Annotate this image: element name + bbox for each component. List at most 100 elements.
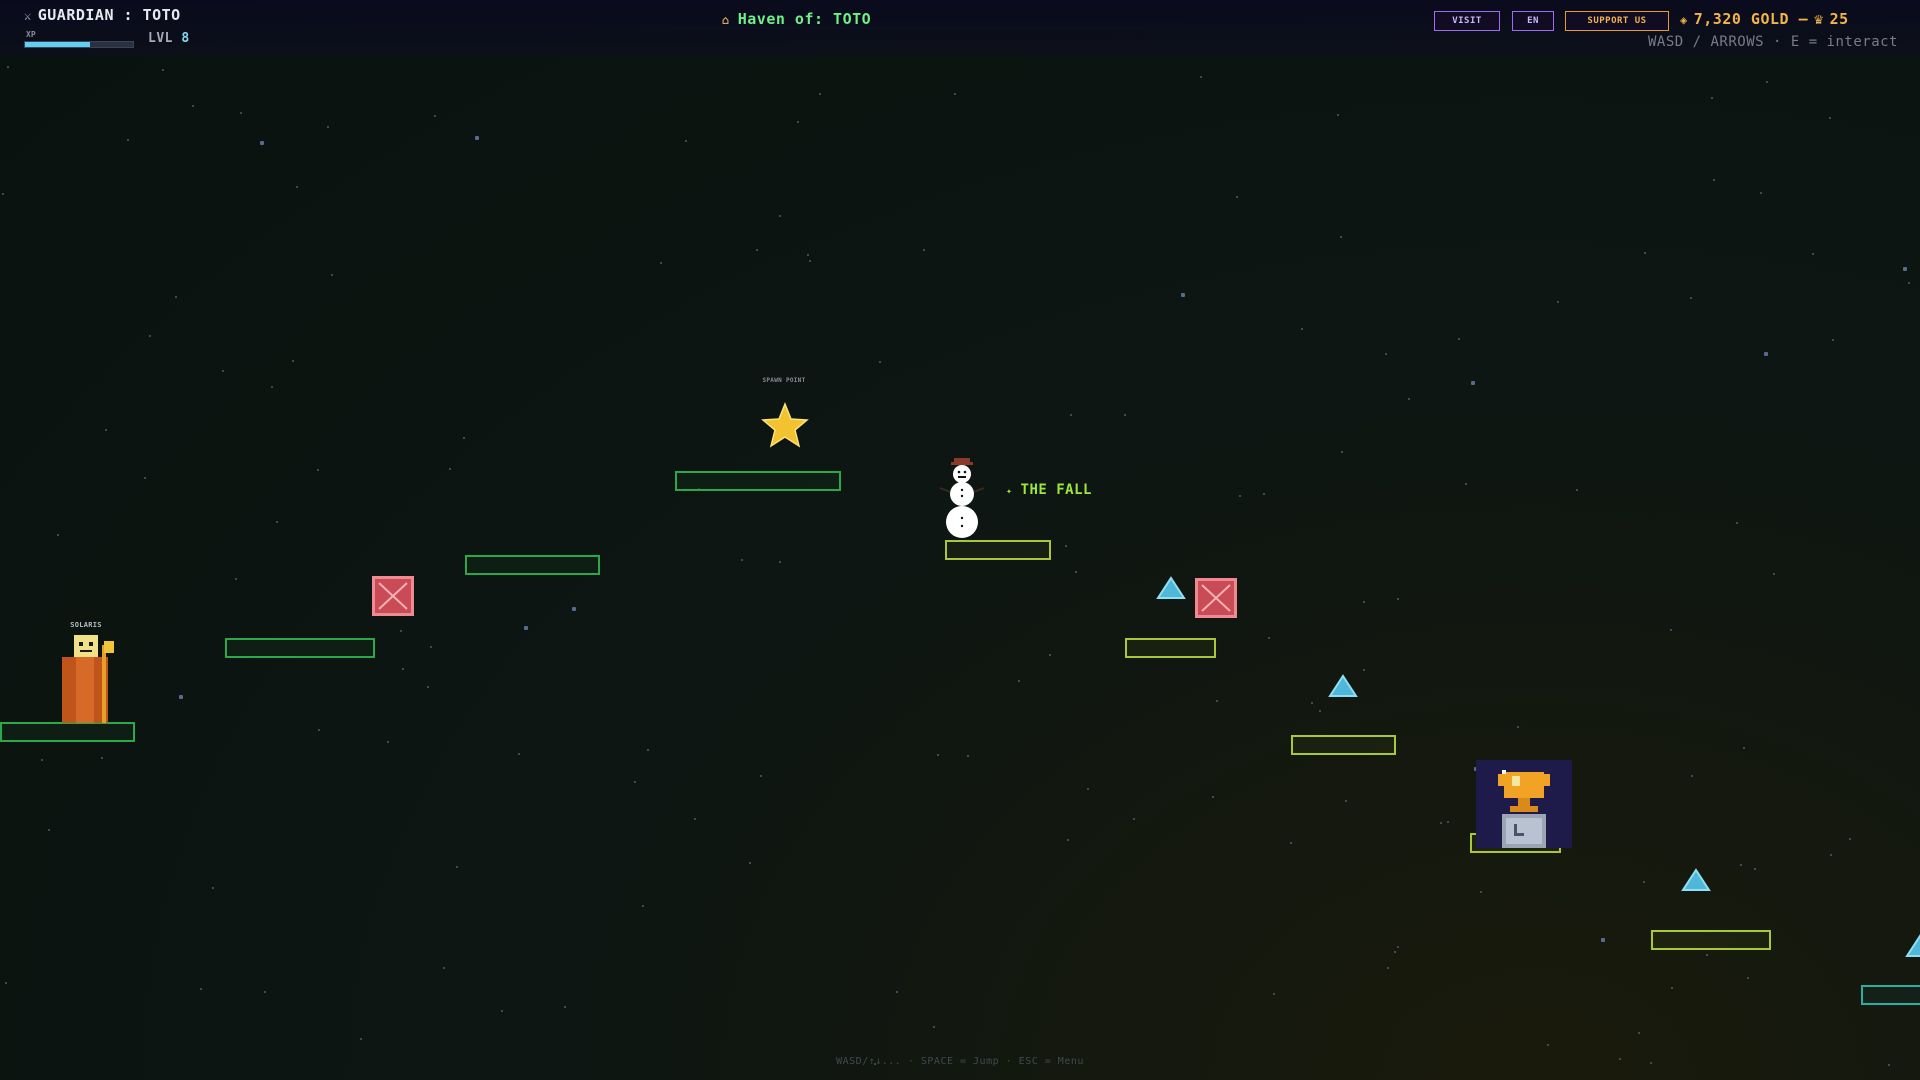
background-star bbox=[1070, 414, 1072, 416]
background-star bbox=[524, 626, 528, 630]
background-star bbox=[260, 141, 264, 145]
background-star bbox=[1711, 97, 1713, 99]
background-star bbox=[819, 93, 821, 95]
background-star bbox=[937, 754, 939, 756]
background-star bbox=[1341, 451, 1343, 453]
platform bbox=[225, 638, 375, 658]
background-star bbox=[1691, 775, 1693, 777]
spawn-point-label: SPAWN POINT bbox=[762, 377, 806, 384]
platform bbox=[945, 540, 1051, 560]
background-star bbox=[1458, 338, 1460, 340]
star-icon[interactable] bbox=[760, 402, 810, 448]
background-star bbox=[760, 775, 762, 777]
background-star bbox=[57, 534, 59, 536]
guardian-title: ⚔ GUARDIAN : TOTO bbox=[24, 6, 181, 24]
background-star bbox=[564, 1006, 566, 1008]
background-star bbox=[1345, 800, 1347, 802]
background-star bbox=[1311, 702, 1313, 704]
background-star bbox=[105, 429, 107, 431]
background-star bbox=[1832, 339, 1834, 341]
coin-icon: ◈ bbox=[1680, 13, 1688, 27]
background-star bbox=[1644, 252, 1646, 254]
background-star bbox=[149, 335, 151, 337]
background-star bbox=[1760, 192, 1762, 194]
background-star bbox=[175, 296, 177, 298]
background-star bbox=[162, 69, 164, 71]
background-star bbox=[896, 991, 898, 993]
npc-solaris[interactable] bbox=[62, 633, 118, 723]
background-star bbox=[1773, 573, 1775, 575]
background-star bbox=[1480, 891, 1482, 893]
background-star bbox=[1263, 493, 1265, 495]
npc-name-label: SOLARIS bbox=[70, 621, 102, 629]
background-star bbox=[463, 437, 465, 439]
background-star bbox=[331, 274, 333, 276]
platform bbox=[0, 722, 135, 742]
background-star bbox=[235, 578, 237, 580]
xp-bar-fill bbox=[25, 42, 90, 47]
background-star bbox=[212, 887, 214, 889]
background-star bbox=[660, 262, 662, 264]
trophy-pedestal[interactable] bbox=[1476, 760, 1572, 848]
background-star bbox=[1754, 868, 1756, 870]
background-star bbox=[1829, 117, 1831, 119]
background-star bbox=[200, 988, 202, 990]
hazard-crate bbox=[372, 576, 414, 616]
guardian-name: GUARDIAN : TOTO bbox=[37, 6, 181, 24]
background-star bbox=[430, 646, 432, 648]
background-star bbox=[1385, 353, 1387, 355]
background-star bbox=[756, 249, 758, 251]
spike-icon bbox=[1681, 868, 1711, 891]
bottom-controls-hint: WASD/↑↓... · SPACE = Jump · ESC = Menu bbox=[836, 1056, 1084, 1067]
background-star bbox=[779, 561, 781, 563]
background-star bbox=[192, 105, 194, 107]
platform bbox=[1291, 735, 1396, 755]
background-star bbox=[1397, 946, 1399, 948]
xp-label: XP bbox=[26, 30, 36, 39]
background-star bbox=[1713, 179, 1715, 181]
background-star bbox=[1601, 938, 1605, 942]
background-star bbox=[179, 695, 183, 699]
background-star bbox=[276, 521, 278, 523]
background-star bbox=[807, 254, 809, 256]
background-star bbox=[1049, 654, 1051, 656]
house-icon: ⌂ bbox=[722, 13, 730, 27]
background-star bbox=[647, 749, 649, 751]
platform bbox=[1125, 638, 1216, 658]
background-star bbox=[1736, 522, 1738, 524]
background-star bbox=[222, 370, 224, 372]
game-canvas[interactable]: ⚔ GUARDIAN : TOTO XP LVL 8 ⌂ Haven of: TOT… bbox=[0, 0, 1920, 1080]
background-star bbox=[400, 630, 402, 632]
background-star bbox=[1408, 398, 1410, 400]
background-star bbox=[402, 668, 404, 670]
level-value: 8 bbox=[181, 31, 190, 46]
background-star bbox=[572, 607, 576, 611]
background-star bbox=[318, 729, 320, 731]
background-star bbox=[954, 93, 956, 95]
background-star bbox=[48, 829, 50, 831]
gold-amount: 7,320 GOLD – bbox=[1693, 10, 1809, 28]
background-star bbox=[1740, 864, 1742, 866]
background-star bbox=[443, 967, 445, 969]
background-star bbox=[809, 260, 811, 262]
background-star bbox=[449, 468, 451, 470]
background-star bbox=[1268, 637, 1270, 639]
background-star bbox=[1216, 700, 1218, 702]
language-button[interactable]: EN bbox=[1512, 11, 1554, 31]
background-star bbox=[434, 115, 436, 117]
visit-button[interactable]: VISIT bbox=[1434, 11, 1500, 31]
zone-label: ✦ THE FALL bbox=[1006, 482, 1092, 498]
background-star bbox=[360, 1038, 362, 1040]
player-snowman[interactable] bbox=[938, 456, 986, 542]
background-star bbox=[1766, 81, 1768, 83]
background-star bbox=[1075, 571, 1077, 573]
hazard-crate bbox=[1195, 578, 1237, 618]
currency-display: ◈ 7,320 GOLD – ♛ 25 bbox=[1680, 10, 1849, 28]
background-star bbox=[7, 66, 9, 68]
background-star bbox=[1465, 483, 1467, 485]
background-star bbox=[967, 755, 969, 757]
controls-hint: WASD / ARROWS · E = interact bbox=[1647, 34, 1898, 50]
support-us-button[interactable]: SUPPORT US bbox=[1565, 11, 1669, 31]
background-star bbox=[1747, 977, 1749, 979]
platform bbox=[1651, 930, 1771, 950]
